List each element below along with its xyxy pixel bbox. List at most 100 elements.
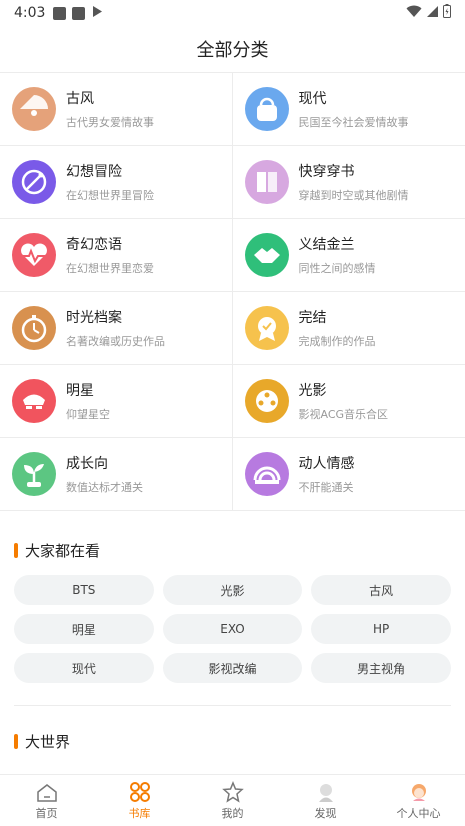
popular-tag[interactable]: 明星 <box>14 614 154 644</box>
category-text: 时光档案名著改编或历史作品 <box>66 307 165 349</box>
category-desc: 古代男女爱情故事 <box>66 116 154 129</box>
category-name: 古风 <box>66 91 94 107</box>
world-section-title: 大世界 <box>25 732 71 751</box>
popular-tag[interactable]: 古风 <box>311 575 451 605</box>
category-text: 奇幻恋语在幻想世界里恋爱 <box>66 234 154 276</box>
category-desc: 仰望星空 <box>66 408 110 421</box>
category-item[interactable]: 幻想冒险在幻想世界里冒险 <box>0 146 233 219</box>
wifi-icon <box>406 5 422 22</box>
fan-icon <box>12 87 56 131</box>
category-desc: 民国至今社会爱情故事 <box>298 116 409 129</box>
library-icon <box>128 781 152 803</box>
category-text: 成长向数值达标才通关 <box>66 453 143 495</box>
category-name: 动人情感 <box>298 456 355 472</box>
popular-tags: BTS 光影 古风明星 EXO HP 现代 影视改编 男主视角 <box>0 565 465 683</box>
category-text: 光影 影视ACG音乐合区 <box>299 380 389 422</box>
signal-icon <box>426 5 439 22</box>
star-face-icon <box>12 379 56 423</box>
category-desc: 在幻想世界里冒险 <box>66 189 154 202</box>
popular-tag[interactable]: 影视改编 <box>162 653 303 683</box>
popular-section-title: 大家都在看 <box>25 541 101 560</box>
popular-tag[interactable]: 光影 <box>162 575 303 605</box>
tab-home[interactable]: 首页 <box>0 775 93 826</box>
category-desc: 同性之间的感情 <box>298 262 376 275</box>
tab-label: 发现 <box>314 806 337 820</box>
film-reel-icon <box>244 379 289 423</box>
category-text: 快穿穿书 穿越到时空或其他剧情 <box>299 161 409 203</box>
category-text: 现代民国至今社会爱情故事 <box>299 88 409 130</box>
world-section-header: 大世界 <box>0 726 465 756</box>
category-item[interactable]: 成长向数值达标才通关 <box>0 438 233 511</box>
status-time: 4:03 <box>14 5 46 21</box>
category-item[interactable]: 明星 仰望星空 <box>0 365 233 438</box>
category-item[interactable]: 奇幻恋语在幻想世界里恋爱 <box>0 219 233 292</box>
category-item[interactable]: 现代民国至今社会爱情故事 <box>232 73 465 146</box>
my-icon <box>221 780 245 803</box>
category-name: 成长向 <box>66 456 108 472</box>
category-desc: 影视ACG音乐合区 <box>298 408 389 421</box>
handshake-icon <box>244 233 289 277</box>
pocket-watch-icon <box>12 306 56 350</box>
popular-tag[interactable]: BTS <box>14 575 154 605</box>
status-right <box>406 4 451 22</box>
category-desc: 完成制作的作品 <box>298 335 376 348</box>
category-item[interactable]: 完结 完成制作的作品 <box>232 292 465 365</box>
tab-label: 个人中心 <box>396 806 441 820</box>
category-name: 现代 <box>298 91 327 107</box>
tab-label: 首页 <box>35 806 58 820</box>
tab-label: 书库 <box>128 806 151 820</box>
section-accent-bar <box>14 542 18 558</box>
tab-my[interactable]: 我的 <box>186 775 279 826</box>
page-title: 全部分类 <box>196 40 269 61</box>
category-name: 幻想冒险 <box>66 164 122 180</box>
popular-tag[interactable]: HP <box>311 614 451 644</box>
heart-pulse-icon <box>12 233 56 277</box>
category-item[interactable]: 快穿穿书 穿越到时空或其他剧情 <box>232 146 465 219</box>
category-desc: 名著改编或历史作品 <box>66 335 165 348</box>
category-desc: 在幻想世界里恋爱 <box>66 262 154 275</box>
tab-discover[interactable]: 发现 <box>279 775 372 826</box>
category-name: 完结 <box>298 310 327 326</box>
category-item[interactable]: 时光档案名著改编或历史作品 <box>0 292 233 365</box>
category-desc: 穿越到时空或其他剧情 <box>298 189 409 202</box>
popular-tag[interactable]: EXO <box>162 614 303 644</box>
popular-tag[interactable]: 现代 <box>14 653 154 683</box>
category-desc: 不肝能通关 <box>298 481 354 494</box>
category-grid: 古风古代男女爱情故事 现代民国至今社会爱情故事幻想冒险在幻想世界里冒险 快穿穿书 穿越… <box>0 73 465 511</box>
profile-icon <box>407 781 431 803</box>
category-item[interactable]: 光影 影视ACG音乐合区 <box>232 365 465 438</box>
category-text: 古风古代男女爱情故事 <box>66 88 154 130</box>
tab-library[interactable]: 书库 <box>93 775 186 826</box>
popular-tag[interactable]: 男主视角 <box>311 653 451 683</box>
play-store-icon <box>91 5 104 22</box>
category-text: 幻想冒险在幻想世界里冒险 <box>66 161 154 203</box>
status-bar: 4:03 <box>0 0 465 26</box>
category-name: 义结金兰 <box>298 237 355 253</box>
book-icon <box>244 160 289 204</box>
home-icon <box>35 781 59 803</box>
rainbow-icon <box>244 452 289 496</box>
category-name: 时光档案 <box>66 310 122 326</box>
category-name: 明星 <box>66 383 94 399</box>
notification-square-icon <box>53 6 67 20</box>
sprout-icon <box>12 452 56 496</box>
category-name: 奇幻恋语 <box>66 237 122 253</box>
medal-icon <box>244 306 289 350</box>
notification-a-icon <box>72 6 86 20</box>
category-text: 义结金兰同性之间的感情 <box>299 234 376 276</box>
tab-profile[interactable]: 个人中心 <box>372 775 465 826</box>
category-desc: 数值达标才通关 <box>66 481 143 494</box>
section-accent-bar <box>14 733 18 749</box>
category-item[interactable]: 义结金兰同性之间的感情 <box>232 219 465 292</box>
discover-icon <box>314 781 338 803</box>
category-item[interactable]: 动人情感 不肝能通关 <box>232 438 465 511</box>
magic-compass-icon <box>12 160 56 204</box>
category-item[interactable]: 古风古代男女爱情故事 <box>0 73 233 146</box>
category-text: 动人情感 不肝能通关 <box>299 453 355 495</box>
battery-icon <box>443 4 451 22</box>
popular-section-header: 大家都在看 <box>0 535 465 565</box>
handbag-icon <box>244 87 289 131</box>
